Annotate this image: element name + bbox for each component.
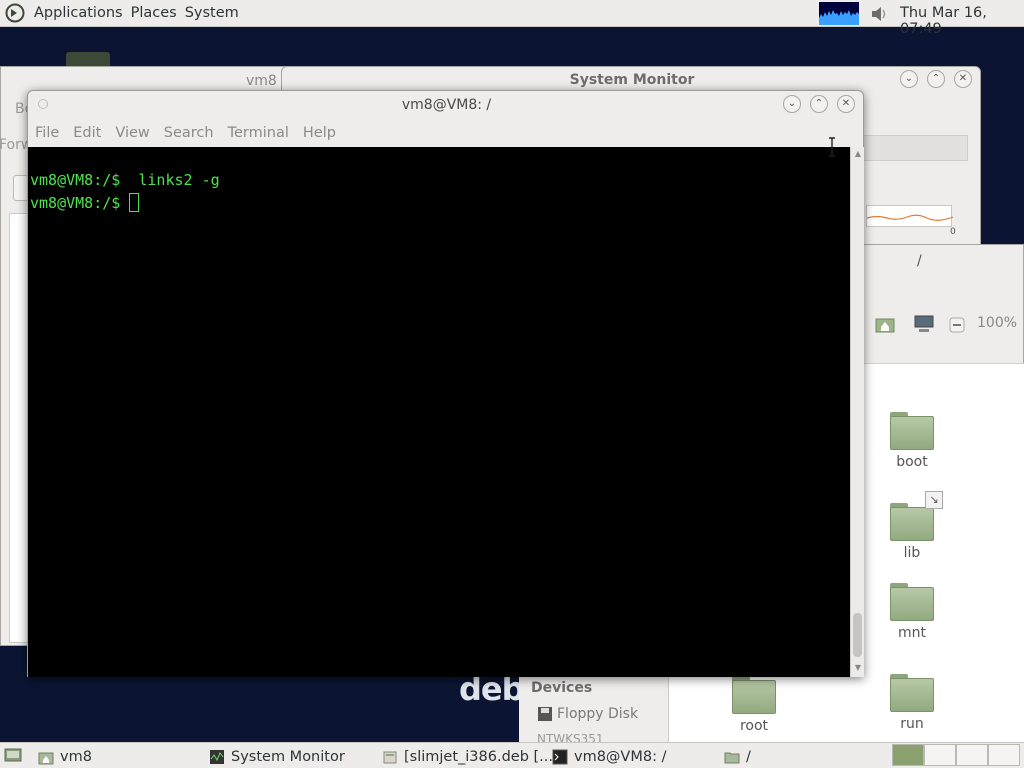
home-folder-icon — [38, 749, 54, 765]
folder-icon — [724, 749, 740, 765]
folder-icon — [890, 674, 934, 712]
close-button[interactable]: ✕ — [954, 70, 972, 88]
taskbar-item-label: [slimjet_i386.deb [... — [404, 748, 554, 765]
terminal-line: vm8@VM8:/$ — [30, 193, 140, 212]
menu-help[interactable]: Help — [302, 125, 344, 141]
folder-label: lib — [903, 545, 921, 561]
close-button[interactable]: ✕ — [837, 95, 855, 113]
applications-menu[interactable]: Applications — [30, 5, 127, 21]
minimize-button[interactable]: ⌄ — [900, 70, 918, 88]
taskbar-item-label: / — [746, 748, 751, 765]
tab-strip[interactable] — [862, 135, 968, 161]
places-sidebar: Devices Floppy Disk NTWKS351 — [519, 676, 669, 744]
zoom-level: 100% — [977, 315, 1018, 331]
icon-view[interactable]: boot lib mnt run — [859, 363, 1024, 745]
history-graph — [866, 205, 954, 227]
volume-icon[interactable] — [869, 4, 889, 24]
folder-label: root — [739, 718, 769, 734]
graph-axis-zero: 0 — [950, 227, 956, 237]
terminal-screen[interactable]: vm8@VM8:/$ links2 -g vm8@VM8:/$ — [28, 147, 850, 677]
clock[interactable]: Thu Mar 16, 07:49 — [900, 5, 1024, 37]
taskbar-item-terminal[interactable]: vm8@VM8: / — [552, 746, 666, 767]
menu-view[interactable]: View — [114, 125, 157, 141]
menu-file[interactable]: File — [34, 125, 67, 141]
taskbar-item-root-folder[interactable]: / — [724, 746, 751, 767]
minimize-button[interactable]: ⌄ — [783, 95, 801, 113]
terminal-icon — [552, 749, 568, 765]
scrollbar[interactable]: ▲ ▼ — [850, 147, 864, 677]
terminal-line: vm8@VM8:/$ links2 -g — [30, 171, 220, 189]
terminal-menubar: File Edit View Search Terminal Help — [34, 125, 349, 141]
home-icon[interactable] — [875, 315, 895, 337]
workspace-2[interactable] — [924, 744, 956, 766]
workspace-switcher[interactable] — [892, 744, 1022, 766]
taskbar-item-label: vm8 — [60, 748, 92, 765]
folder-boot[interactable]: boot — [882, 412, 942, 470]
maximize-button[interactable]: ⌃ — [927, 70, 945, 88]
workspace-4[interactable] — [988, 744, 1020, 766]
taskbar-item-vm8[interactable]: vm8 — [38, 746, 92, 767]
workspace-3[interactable] — [956, 744, 988, 766]
floppy-icon — [538, 707, 552, 721]
folder-icon — [890, 583, 934, 621]
folder-icon — [732, 676, 776, 714]
taskbar-item-slimjet-download[interactable]: [slimjet_i386.deb [... — [382, 746, 553, 767]
debian-menu-icon[interactable] — [4, 2, 26, 24]
show-desktop-icon[interactable] — [4, 747, 22, 767]
workspace-1[interactable] — [892, 744, 924, 766]
places-menu[interactable]: Places — [127, 5, 181, 21]
taskbar-item-label: System Monitor — [231, 748, 345, 765]
window-title: System Monitor — [569, 72, 695, 88]
package-icon — [382, 749, 398, 765]
mouse-ibeam-cursor — [828, 137, 836, 157]
bottom-panel: vm8 System Monitor [slimjet_i386.deb [..… — [0, 742, 1024, 768]
menu-edit[interactable]: Edit — [72, 125, 109, 141]
scrollbar-thumb[interactable] — [853, 613, 862, 657]
maximize-button[interactable]: ⌃ — [810, 95, 828, 113]
taskbar-item-system-monitor[interactable]: System Monitor — [209, 746, 345, 767]
folder-label: boot — [896, 454, 928, 470]
computer-icon[interactable] — [913, 315, 935, 337]
top-panel: Applications Places System Thu Mar 16, 0… — [0, 0, 1024, 37]
sidebar-item-label: Floppy Disk — [557, 706, 639, 722]
folder-label: run — [900, 716, 924, 732]
folder-lib[interactable]: lib — [882, 503, 942, 561]
scroll-up-icon[interactable]: ▲ — [852, 149, 864, 159]
symlink-badge-icon: ↘ — [925, 491, 943, 509]
folder-run[interactable]: run — [882, 674, 942, 732]
icon-view-bottom[interactable]: root — [669, 676, 859, 744]
file-manager-toolbar: 100% — [859, 305, 1024, 345]
folder-root[interactable]: root — [724, 676, 784, 734]
sidebar-item-floppy[interactable]: Floppy Disk — [537, 706, 638, 722]
folder-mnt[interactable]: mnt — [882, 583, 942, 641]
window-title: vm8@VM8: / — [401, 97, 492, 113]
text-cursor — [129, 193, 140, 212]
menu-search[interactable]: Search — [163, 125, 222, 141]
taskbar-item-label: vm8@VM8: / — [574, 748, 667, 765]
scroll-down-icon[interactable]: ▼ — [852, 663, 864, 673]
system-monitor-applet[interactable] — [819, 2, 859, 25]
window-title: / — [917, 253, 922, 269]
terminal-window[interactable]: vm8@VM8: / ⌄ ⌃ ✕ File Edit View Search T… — [27, 90, 864, 677]
menu-terminal[interactable]: Terminal — [227, 125, 297, 141]
folder-icon — [890, 412, 934, 450]
window-file-manager-root[interactable]: / 100% boot lib mnt run ↘ — [858, 244, 1024, 745]
system-monitor-icon — [209, 749, 225, 765]
zoom-out-icon[interactable] — [949, 317, 965, 337]
system-menu[interactable]: System — [181, 5, 243, 21]
window-title: vm8 — [246, 73, 277, 89]
devices-header: Devices — [531, 680, 593, 696]
folder-label: mnt — [898, 625, 926, 641]
